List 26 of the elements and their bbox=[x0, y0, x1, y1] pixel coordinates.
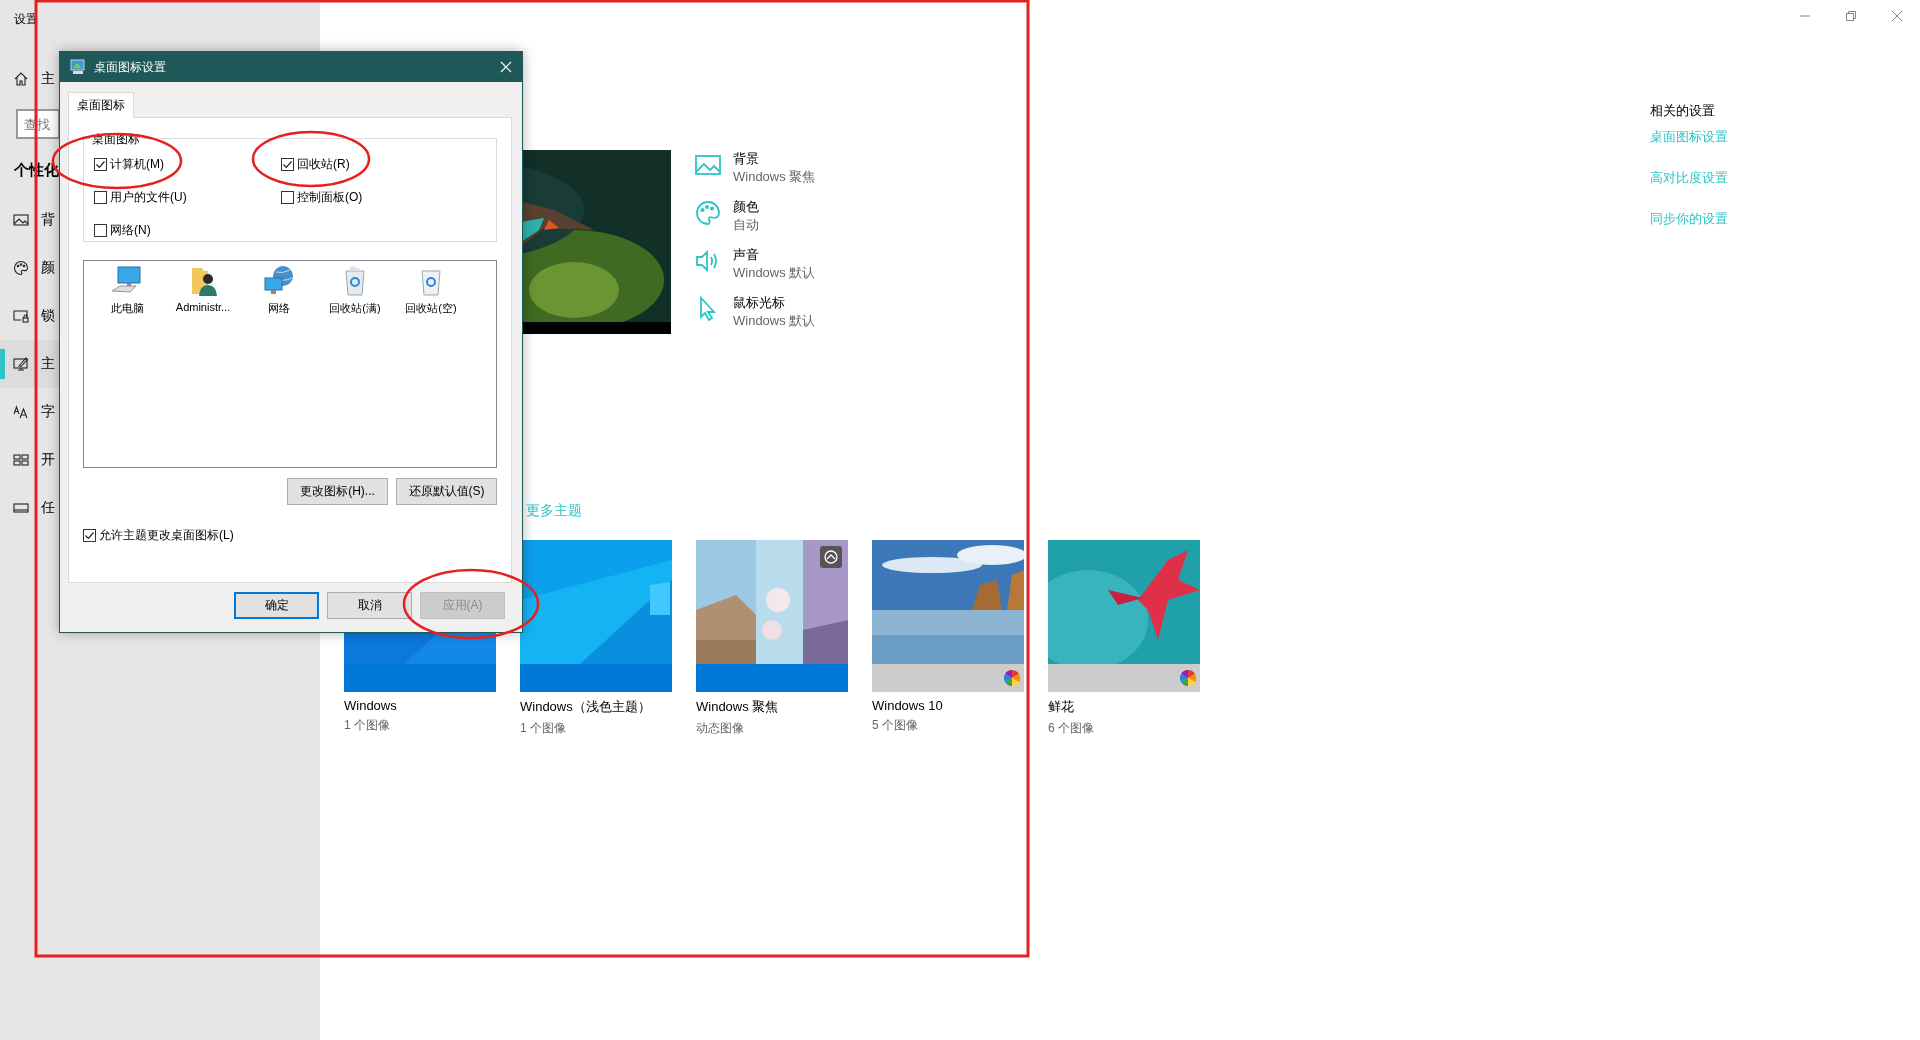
dialog-title: 桌面图标设置 bbox=[94, 58, 166, 76]
setting-value: 自动 bbox=[733, 216, 759, 234]
checkbox-label: 回收站(R) bbox=[297, 156, 350, 173]
setting-value: Windows 默认 bbox=[733, 312, 816, 330]
setting-title: 声音 bbox=[733, 246, 760, 264]
icon-label: 网络 bbox=[268, 301, 290, 316]
setting-title: 颜色 bbox=[733, 198, 759, 216]
checkbox-label: 计算机(M) bbox=[110, 156, 164, 173]
checkbox-label: 网络(N) bbox=[110, 222, 151, 239]
checkbox-label: 控制面板(O) bbox=[297, 189, 363, 206]
theme-image-count: 1 个图像 bbox=[520, 720, 567, 737]
theme-image-count: 1 个图像 bbox=[344, 717, 391, 734]
setting-value: Windows 聚焦 bbox=[733, 168, 816, 186]
theme-image-count: 6 个图像 bbox=[1048, 720, 1095, 737]
setting-title: 背景 bbox=[733, 150, 760, 168]
icon-label: 回收站(空) bbox=[405, 301, 457, 316]
setting-value: Windows 默认 bbox=[733, 264, 816, 282]
theme-image-count: 5 个图像 bbox=[872, 717, 919, 734]
icon-label: 回收站(满) bbox=[329, 301, 381, 316]
theme-image-count: 动态图像 bbox=[696, 720, 745, 737]
setting-title: 鼠标光标 bbox=[733, 294, 786, 312]
related-settings-title: 相关的设置 bbox=[1650, 102, 1716, 120]
checkbox-label: 用户的文件(U) bbox=[110, 189, 187, 206]
checkbox-label: 允许主题更改桌面图标(L) bbox=[99, 527, 234, 544]
icon-label: 此电脑 bbox=[110, 301, 144, 316]
icon-label: Administr... bbox=[175, 301, 231, 313]
